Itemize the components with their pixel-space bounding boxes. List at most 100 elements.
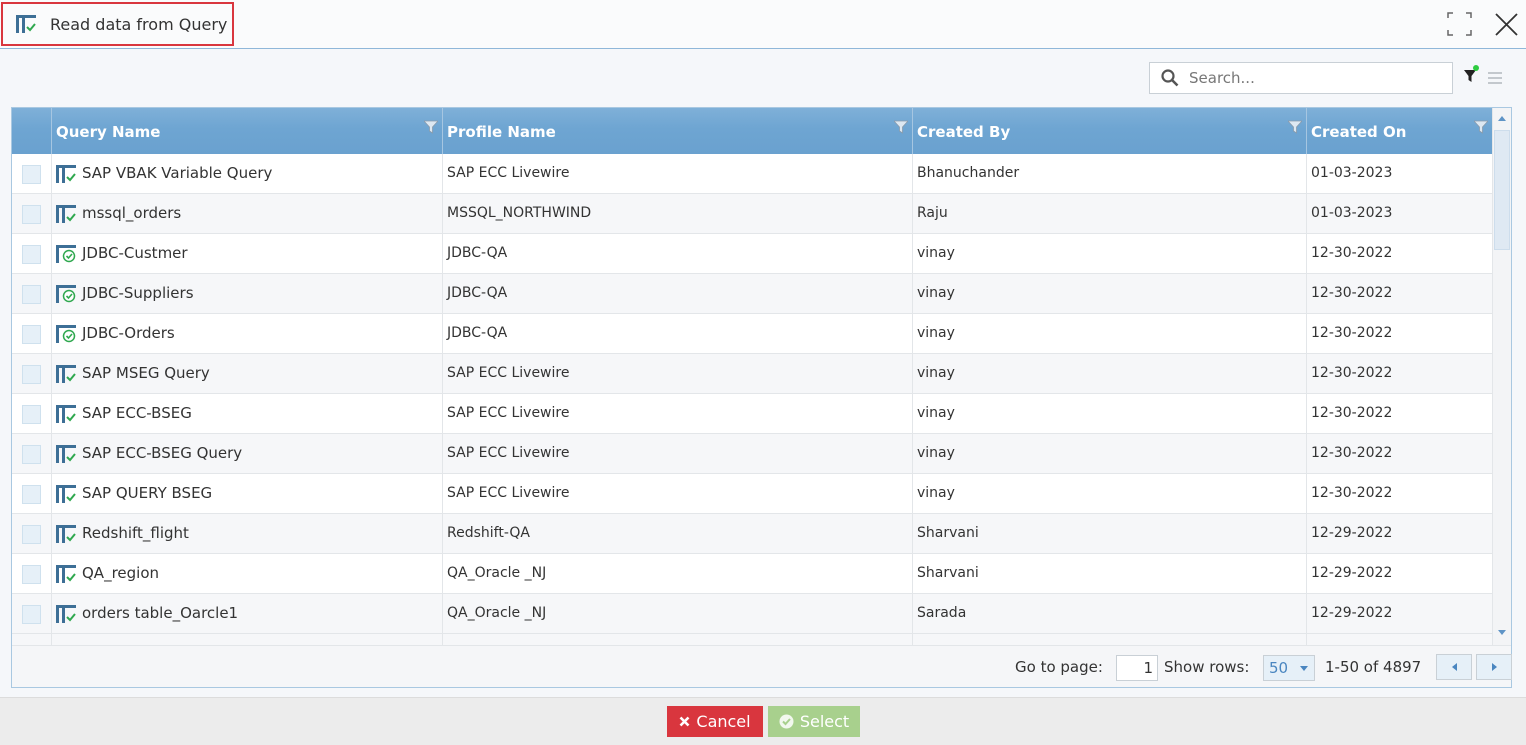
- table-row[interactable]: JDBC-Suppliers JDBC-QA vinay 12-30-2022: [12, 274, 1492, 314]
- query-name: SAP ECC-BSEG: [82, 404, 192, 422]
- sap-query-icon: [56, 525, 76, 543]
- cancel-button[interactable]: Cancel: [667, 706, 763, 737]
- created-by-cell: Raju: [912, 194, 1306, 234]
- table-row[interactable]: QA_region QA_Oracle _NJ Sharvani 12-29-2022: [12, 554, 1492, 594]
- table-row[interactable]: SAP VBAK Variable Query SAP ECC Livewire B…: [12, 154, 1492, 194]
- grid-body: SAP VBAK Variable Query SAP ECC Livewire B…: [12, 154, 1492, 645]
- column-header-query-name[interactable]: Query Name: [51, 108, 442, 154]
- query-name: JDBC-Orders: [82, 324, 175, 342]
- sap-query-icon: [56, 605, 76, 623]
- row-select-cell: [12, 554, 51, 594]
- row-checkbox[interactable]: [22, 605, 41, 624]
- prev-page-button[interactable]: [1436, 654, 1472, 680]
- created-on-cell: [1306, 634, 1492, 645]
- table-row[interactable]: SAP QUERY BSEG SAP ECC Livewire vinay 12-30…: [12, 474, 1492, 514]
- vertical-scrollbar[interactable]: [1492, 108, 1511, 645]
- table-row[interactable]: JDBC-Custmer JDBC-QA vinay 12-30-2022: [12, 234, 1492, 274]
- next-page-button[interactable]: [1476, 654, 1512, 680]
- profile-name-cell: SAP ECC Livewire: [442, 394, 912, 434]
- search-box[interactable]: [1149, 62, 1453, 94]
- row-checkbox[interactable]: [22, 405, 41, 424]
- row-checkbox[interactable]: [22, 525, 41, 544]
- sap-query-icon: [56, 365, 76, 383]
- scrollbar-thumb[interactable]: [1494, 130, 1510, 250]
- created-by-cell: vinay: [912, 474, 1306, 514]
- row-checkbox[interactable]: [22, 285, 41, 304]
- created-on-cell: 12-30-2022: [1306, 434, 1492, 474]
- table-row[interactable]: mssql_orders MSSQL_NORTHWIND Raju 01-03-202…: [12, 194, 1492, 234]
- query-name-cell: SAP ECC-BSEG: [51, 394, 442, 434]
- table-row[interactable]: JDBC-Orders JDBC-QA vinay 12-30-2022: [12, 314, 1492, 354]
- query-name-cell: SAP ECC-BSEG Query: [51, 434, 442, 474]
- query-name-cell: Redshift_flight: [51, 514, 442, 554]
- column-header-label: Created By: [917, 123, 1011, 141]
- show-rows-label: Show rows:: [1164, 658, 1250, 676]
- column-header-label: Profile Name: [447, 123, 556, 141]
- table-row[interactable]: Redshift_flight Redshift-QA Sharvani 12-29-…: [12, 514, 1492, 554]
- grid-header: Query Name Profile Name Created By Creat…: [12, 108, 1492, 154]
- table-row[interactable]: SAP ECC-BSEG SAP ECC Livewire vinay 12-30-2…: [12, 394, 1492, 434]
- dialog-actions: Cancel Select: [0, 697, 1526, 745]
- created-on-cell: 12-29-2022: [1306, 514, 1492, 554]
- row-checkbox[interactable]: [22, 445, 41, 464]
- menu-icon[interactable]: [1488, 72, 1502, 84]
- profile-name-cell: SAP ECC Livewire: [442, 154, 912, 194]
- column-header-created-by[interactable]: Created By: [912, 108, 1306, 154]
- query-name: SAP QUERY BSEG: [82, 484, 213, 502]
- chevron-right-icon: [1492, 663, 1497, 671]
- scroll-down-arrow-icon[interactable]: [1498, 630, 1506, 635]
- table-row[interactable]: orders table_Oarcle1 QA_Oracle _NJ Sarada 1…: [12, 594, 1492, 634]
- row-checkbox[interactable]: [22, 365, 41, 384]
- search-input[interactable]: [1189, 69, 1439, 87]
- filter-icon[interactable]: [1463, 65, 1479, 83]
- column-header-created-on[interactable]: Created On: [1306, 108, 1492, 154]
- dialog-title: Read data from Query: [1, 2, 234, 46]
- sap-query-icon: [56, 565, 76, 583]
- row-checkbox[interactable]: [22, 565, 41, 584]
- query-name-cell: JDBC-Custmer: [51, 234, 442, 274]
- created-by-cell: vinay: [912, 394, 1306, 434]
- created-by-cell: vinay: [912, 434, 1306, 474]
- query-name: JDBC-Suppliers: [82, 284, 194, 302]
- table-row[interactable]: SAP MSEG Query SAP ECC Livewire vinay 12-30…: [12, 354, 1492, 394]
- query-name: SAP VBAK Variable Query: [82, 164, 273, 182]
- row-select-cell: [12, 474, 51, 514]
- rows-per-page-select[interactable]: 50: [1263, 655, 1315, 681]
- table-row[interactable]: [12, 634, 1492, 645]
- maximize-icon[interactable]: [1447, 12, 1472, 36]
- query-name-cell: SAP VBAK Variable Query: [51, 154, 442, 194]
- row-checkbox[interactable]: [22, 485, 41, 504]
- query-icon: [16, 15, 36, 33]
- check-circle-icon: [779, 714, 794, 729]
- goto-page-input[interactable]: [1116, 655, 1158, 681]
- column-filter-icon[interactable]: [1474, 120, 1488, 134]
- row-checkbox[interactable]: [22, 325, 41, 344]
- query-grid: Query Name Profile Name Created By Creat…: [11, 107, 1512, 688]
- x-icon: [679, 716, 690, 727]
- row-select-cell: [12, 194, 51, 234]
- column-header-profile-name[interactable]: Profile Name: [442, 108, 912, 154]
- profile-name-cell: QA_Oracle _NJ: [442, 594, 912, 634]
- chevron-down-icon: [1300, 666, 1308, 671]
- cancel-button-label: Cancel: [696, 712, 751, 731]
- column-filter-icon[interactable]: [1288, 120, 1302, 134]
- row-checkbox[interactable]: [22, 165, 41, 184]
- row-checkbox[interactable]: [22, 245, 41, 264]
- close-icon[interactable]: [1494, 12, 1519, 37]
- row-select-cell: [12, 354, 51, 394]
- column-filter-icon[interactable]: [424, 120, 438, 134]
- query-name: mssql_orders: [82, 204, 182, 222]
- row-checkbox[interactable]: [22, 205, 41, 224]
- created-by-cell: Sharvani: [912, 554, 1306, 594]
- scroll-up-arrow-icon[interactable]: [1498, 116, 1506, 121]
- table-row[interactable]: SAP ECC-BSEG Query SAP ECC Livewire vinay 1…: [12, 434, 1492, 474]
- created-on-cell: 12-30-2022: [1306, 274, 1492, 314]
- sap-query-icon: [56, 405, 76, 423]
- select-button[interactable]: Select: [768, 706, 860, 737]
- row-select-cell: [12, 634, 51, 645]
- profile-name-cell: SAP ECC Livewire: [442, 434, 912, 474]
- created-on-cell: 12-30-2022: [1306, 234, 1492, 274]
- column-header-label: Created On: [1311, 123, 1407, 141]
- profile-name-cell: SAP ECC Livewire: [442, 354, 912, 394]
- column-filter-icon[interactable]: [894, 120, 908, 134]
